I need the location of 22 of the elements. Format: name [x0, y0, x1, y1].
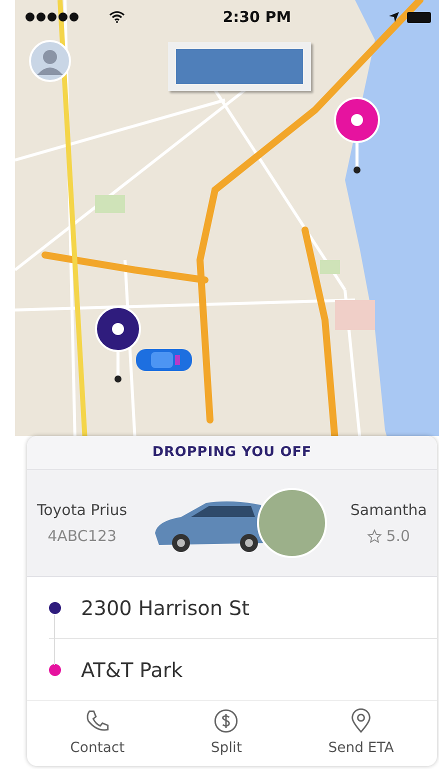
park-area	[95, 195, 125, 213]
status-time: 2:30 PM	[222, 6, 292, 28]
contact-button[interactable]: Contact	[60, 702, 135, 764]
wifi-icon	[108, 11, 125, 23]
map-drawing[interactable]	[15, 0, 439, 436]
stop-address[interactable]: 2300 Harrison St	[81, 592, 250, 622]
avatar-icon[interactable]	[29, 40, 71, 82]
phone-icon	[84, 708, 110, 734]
trip-status-title: DROPPING YOU OFF	[152, 443, 312, 462]
driver-rating: 5.0	[386, 526, 410, 547]
send-eta-button[interactable]: Send ETA	[318, 702, 404, 764]
license-plate: 4ABC123	[46, 526, 118, 547]
driver-name: Samantha	[350, 500, 427, 520]
vehicle-model: Toyota Prius	[37, 500, 128, 520]
split-button[interactable]: Split	[200, 702, 252, 764]
dollar-icon	[213, 708, 240, 734]
signal-icon	[25, 12, 81, 22]
park-area	[320, 260, 340, 274]
campus-area	[335, 300, 375, 330]
stop-address[interactable]: AT&T Park	[81, 655, 183, 685]
star-icon	[367, 528, 382, 544]
location-arrow-icon	[388, 12, 399, 22]
